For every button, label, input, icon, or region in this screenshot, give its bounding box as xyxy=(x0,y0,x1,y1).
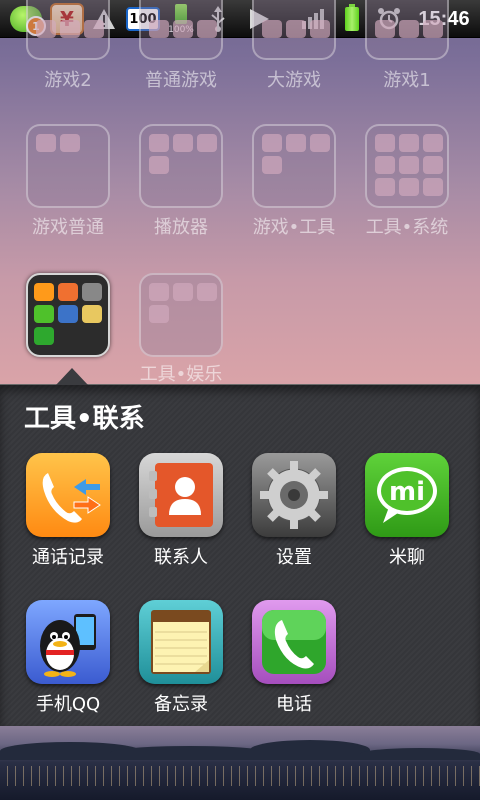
app-label: 通话记录 xyxy=(32,547,104,568)
folder-games-tools[interactable] xyxy=(252,124,336,208)
folder-big-games[interactable] xyxy=(252,0,336,60)
app-contacts[interactable]: 联系人 xyxy=(126,453,236,571)
app-miliao[interactable]: mi 米聊 xyxy=(352,453,462,571)
app-notes[interactable]: 备忘录 xyxy=(126,600,236,718)
folder-player[interactable] xyxy=(139,124,223,208)
phone-icon xyxy=(252,600,336,684)
open-folder-title: 工具•联系 xyxy=(24,404,145,434)
app-mobile-qq[interactable]: 手机QQ xyxy=(13,600,123,718)
folder-games-1[interactable] xyxy=(365,0,449,60)
folder-games-normal[interactable] xyxy=(26,124,110,208)
app-label: 备忘录 xyxy=(154,694,208,715)
folder-games-2[interactable] xyxy=(26,0,110,60)
folder-tools-entertainment[interactable] xyxy=(139,273,223,357)
app-settings[interactable]: 设置 xyxy=(239,453,349,571)
contacts-icon xyxy=(139,453,223,537)
folder-normal-games[interactable] xyxy=(139,0,223,60)
battery-icon xyxy=(340,0,364,38)
miliao-logo-text: mi xyxy=(389,477,425,507)
folder-label: 游戏•工具 xyxy=(252,217,336,238)
folder-label: 游戏2 xyxy=(44,70,92,91)
settings-icon xyxy=(252,453,336,537)
app-label: 电话 xyxy=(276,694,312,715)
app-call-log[interactable]: 通话记录 xyxy=(13,453,123,571)
folder-label: 工具•系统 xyxy=(365,217,449,238)
miliao-icon: mi xyxy=(365,453,449,537)
folder-tools-system[interactable] xyxy=(365,124,449,208)
wallpaper-bottom-strip xyxy=(0,726,480,800)
folder-pointer xyxy=(56,368,88,385)
app-label: 手机QQ xyxy=(35,694,101,715)
app-label: 设置 xyxy=(276,547,312,568)
folder-label: 游戏普通 xyxy=(32,217,104,238)
mobile-qq-icon xyxy=(26,600,110,684)
folder-label: 游戏1 xyxy=(383,70,431,91)
folder-label: 播放器 xyxy=(154,217,208,238)
folder-tools-contacts-open[interactable] xyxy=(26,273,110,357)
notes-icon xyxy=(139,600,223,684)
folder-label: 普通游戏 xyxy=(145,70,217,91)
app-label: 联系人 xyxy=(154,547,208,568)
app-phone[interactable]: 电话 xyxy=(239,600,349,718)
folder-label: 大游戏 xyxy=(267,70,321,91)
call-log-icon xyxy=(26,453,110,537)
app-label: 米聊 xyxy=(389,547,425,568)
folder-label: 工具•娱乐 xyxy=(139,364,223,385)
